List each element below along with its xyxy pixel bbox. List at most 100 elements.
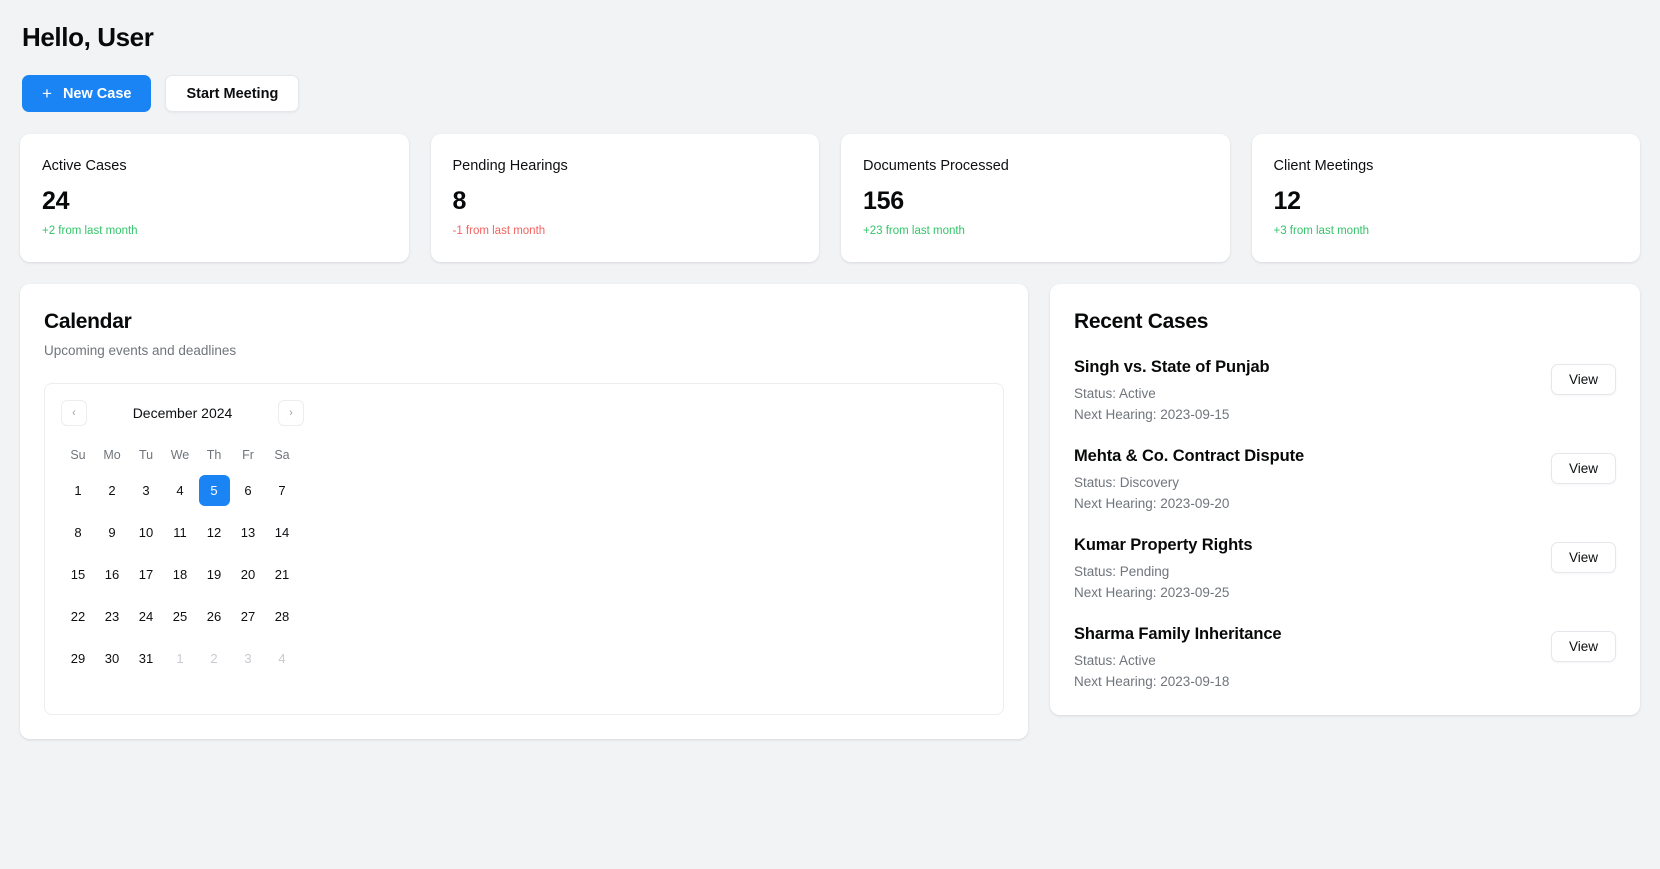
calendar-day-label: 15 bbox=[63, 559, 94, 590]
calendar-widget: ‹ December 2024 › SuMoTuWeThFrSa12345678… bbox=[44, 383, 1004, 715]
calendar-day[interactable]: 13 bbox=[231, 512, 265, 554]
case-name: Mehta & Co. Contract Dispute bbox=[1074, 447, 1304, 466]
calendar-day[interactable]: 28 bbox=[265, 596, 299, 638]
calendar-day-label: 18 bbox=[165, 559, 196, 590]
calendar-day[interactable]: 4 bbox=[163, 470, 197, 512]
calendar-day-label: 17 bbox=[131, 559, 162, 590]
calendar-day-label: 21 bbox=[267, 559, 298, 590]
calendar-day[interactable]: 11 bbox=[163, 512, 197, 554]
calendar-month-label: December 2024 bbox=[133, 405, 233, 421]
calendar-day[interactable]: 14 bbox=[265, 512, 299, 554]
calendar-day-label: 13 bbox=[233, 517, 264, 548]
stat-value: 8 bbox=[453, 187, 798, 216]
calendar-day[interactable]: 17 bbox=[129, 554, 163, 596]
case-next-hearing: Next Hearing: 2023-09-20 bbox=[1074, 496, 1304, 511]
calendar-nav: ‹ December 2024 › bbox=[61, 400, 304, 426]
calendar-day[interactable]: 12 bbox=[197, 512, 231, 554]
calendar-day-label: 11 bbox=[165, 517, 196, 548]
calendar-day[interactable]: 26 bbox=[197, 596, 231, 638]
stats-row: Active Cases24+2 from last monthPending … bbox=[20, 134, 1640, 262]
calendar-day[interactable]: 18 bbox=[163, 554, 197, 596]
action-toolbar: + New Case Start Meeting bbox=[22, 75, 1640, 112]
stat-title: Active Cases bbox=[42, 158, 387, 174]
calendar-day-label: 26 bbox=[199, 601, 230, 632]
case-next-hearing: Next Hearing: 2023-09-18 bbox=[1074, 674, 1282, 689]
chevron-right-icon[interactable]: › bbox=[278, 400, 304, 426]
case-status: Status: Discovery bbox=[1074, 475, 1304, 490]
stat-title: Pending Hearings bbox=[453, 158, 798, 174]
new-case-button[interactable]: + New Case bbox=[22, 75, 151, 112]
calendar-day[interactable]: 27 bbox=[231, 596, 265, 638]
calendar-day[interactable]: 21 bbox=[265, 554, 299, 596]
calendar-day[interactable]: 4 bbox=[265, 638, 299, 680]
case-next-hearing: Next Hearing: 2023-09-25 bbox=[1074, 585, 1253, 600]
calendar-day-label: 14 bbox=[267, 517, 298, 548]
calendar-day-label: 23 bbox=[97, 601, 128, 632]
calendar-weekday: Su bbox=[61, 440, 95, 470]
calendar-day[interactable]: 6 bbox=[231, 470, 265, 512]
chevron-left-icon[interactable]: ‹ bbox=[61, 400, 87, 426]
calendar-day[interactable]: 7 bbox=[265, 470, 299, 512]
view-case-button[interactable]: View bbox=[1551, 631, 1616, 662]
calendar-day[interactable]: 25 bbox=[163, 596, 197, 638]
calendar-day-label: 27 bbox=[233, 601, 264, 632]
calendar-day[interactable]: 1 bbox=[163, 638, 197, 680]
calendar-day[interactable]: 20 bbox=[231, 554, 265, 596]
case-status: Status: Active bbox=[1074, 653, 1282, 668]
calendar-day-label: 2 bbox=[199, 643, 230, 674]
case-list-item: Kumar Property RightsStatus: PendingNext… bbox=[1074, 536, 1616, 600]
calendar-day[interactable]: 3 bbox=[129, 470, 163, 512]
recent-cases-title: Recent Cases bbox=[1074, 310, 1616, 334]
calendar-day[interactable]: 1 bbox=[61, 470, 95, 512]
case-name: Singh vs. State of Punjab bbox=[1074, 358, 1270, 377]
calendar-day[interactable]: 15 bbox=[61, 554, 95, 596]
calendar-day[interactable]: 8 bbox=[61, 512, 95, 554]
page-title: Hello, User bbox=[22, 22, 1640, 53]
calendar-day[interactable]: 19 bbox=[197, 554, 231, 596]
calendar-day-label: 1 bbox=[165, 643, 196, 674]
calendar-day-label: 8 bbox=[63, 517, 94, 548]
start-meeting-button[interactable]: Start Meeting bbox=[165, 75, 299, 112]
calendar-day[interactable]: 29 bbox=[61, 638, 95, 680]
calendar-day[interactable]: 16 bbox=[95, 554, 129, 596]
stat-delta: +3 from last month bbox=[1274, 225, 1619, 237]
calendar-day-label: 25 bbox=[165, 601, 196, 632]
recent-cases-list: Singh vs. State of Punjab Status: Active N… bbox=[1074, 358, 1616, 689]
stat-card: Pending Hearings 8 -1 from last month bbox=[431, 134, 820, 262]
calendar-day-label: 7 bbox=[267, 475, 298, 506]
calendar-day[interactable]: 23 bbox=[95, 596, 129, 638]
calendar-day[interactable]: 24 bbox=[129, 596, 163, 638]
view-case-button[interactable]: View bbox=[1551, 453, 1616, 484]
recent-cases-card: Recent Cases Singh vs. State of Punjab St… bbox=[1050, 284, 1640, 715]
stat-delta: +23 from last month bbox=[863, 225, 1208, 237]
calendar-weekday: We bbox=[163, 440, 197, 470]
calendar-day[interactable]: 9 bbox=[95, 512, 129, 554]
calendar-grid: SuMoTuWeThFrSa12345678910111213141516171… bbox=[61, 440, 989, 680]
case-list-item: Sharma Family InheritanceStatus: ActiveN… bbox=[1074, 625, 1616, 689]
calendar-day[interactable]: 31 bbox=[129, 638, 163, 680]
calendar-day-label: 24 bbox=[131, 601, 162, 632]
case-name: Kumar Property Rights bbox=[1074, 536, 1253, 555]
stat-delta: +2 from last month bbox=[42, 225, 387, 237]
calendar-day[interactable]: 10 bbox=[129, 512, 163, 554]
case-details: Mehta & Co. Contract Dispute Status: Disc… bbox=[1074, 447, 1304, 511]
calendar-day[interactable]: 5 bbox=[197, 470, 231, 512]
view-case-button[interactable]: View bbox=[1551, 542, 1616, 573]
calendar-day[interactable]: 2 bbox=[95, 470, 129, 512]
calendar-subtitle: Upcoming events and deadlines bbox=[44, 343, 1004, 358]
plus-icon: + bbox=[42, 85, 52, 102]
calendar-day-label: 16 bbox=[97, 559, 128, 590]
calendar-day-label: 20 bbox=[233, 559, 264, 590]
calendar-day-label: 4 bbox=[165, 475, 196, 506]
calendar-day[interactable]: 22 bbox=[61, 596, 95, 638]
calendar-day-label: 30 bbox=[97, 643, 128, 674]
calendar-day[interactable]: 2 bbox=[197, 638, 231, 680]
stat-delta: -1 from last month bbox=[453, 225, 798, 237]
calendar-day[interactable]: 3 bbox=[231, 638, 265, 680]
case-next-hearing: Next Hearing: 2023-09-15 bbox=[1074, 407, 1270, 422]
calendar-day-label: 31 bbox=[131, 643, 162, 674]
stat-value: 12 bbox=[1274, 187, 1619, 216]
case-status: Status: Active bbox=[1074, 386, 1270, 401]
view-case-button[interactable]: View bbox=[1551, 364, 1616, 395]
calendar-day[interactable]: 30 bbox=[95, 638, 129, 680]
